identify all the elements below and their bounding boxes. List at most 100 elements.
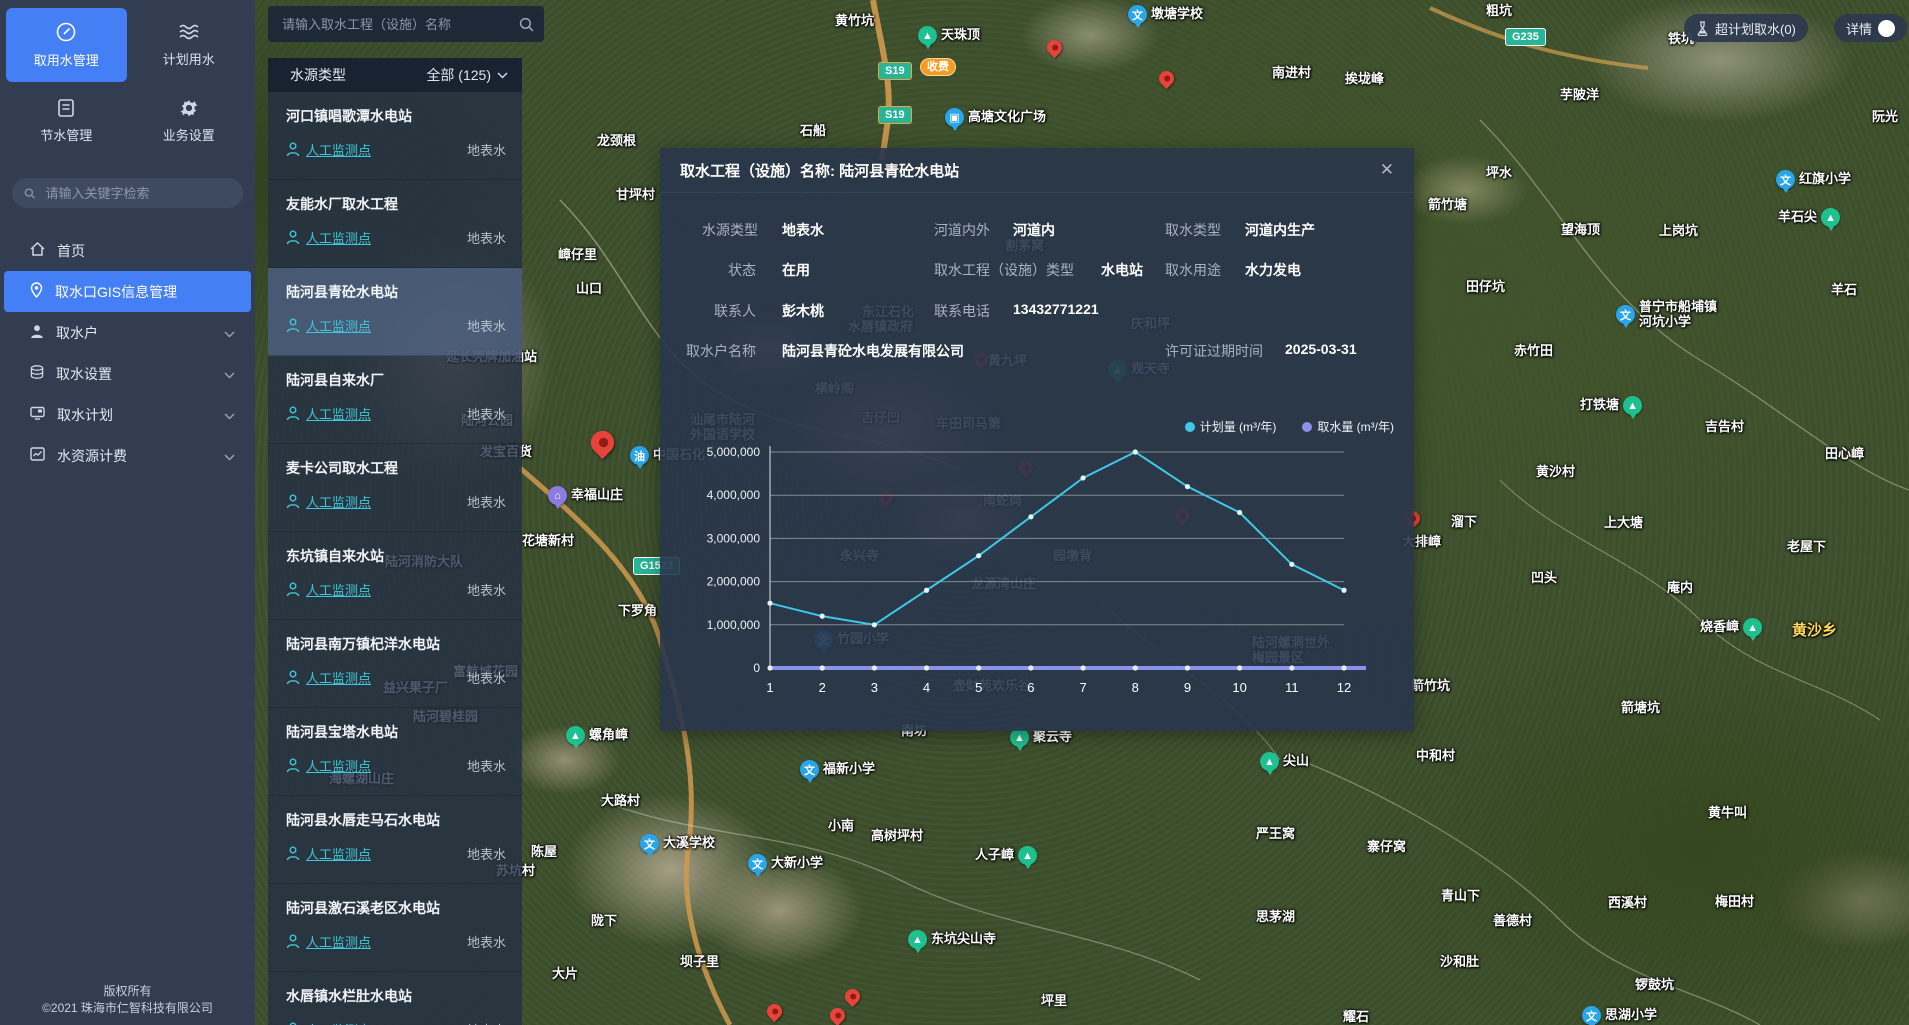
- svg-text:7: 7: [1079, 680, 1086, 695]
- app-button-label: 节水管理: [40, 125, 92, 144]
- sidebar-item-2[interactable]: 取水户: [4, 312, 251, 353]
- sidebar-item-5[interactable]: 水资源计费: [4, 435, 251, 476]
- over-plan-intake-button[interactable]: 超计划取水(0): [1684, 14, 1808, 42]
- manual-monitor-link[interactable]: 人工监测点: [306, 668, 371, 687]
- field-value: 水力发电: [1245, 260, 1301, 280]
- legend-label: 计划量 (m³/年): [1200, 418, 1277, 435]
- monitor-icon: [30, 406, 45, 423]
- detail-toggle[interactable]: 详情: [1834, 14, 1907, 42]
- station-name: 麦卡公司取水工程: [286, 458, 506, 478]
- station-list-item[interactable]: 陆河县南万镇杞洋水电站 人工监测点 地表水: [268, 620, 522, 708]
- chevron-down-icon: [224, 448, 235, 464]
- station-name: 陆河县激石溪老区水电站: [286, 898, 506, 918]
- water-source-type: 地表水: [467, 404, 506, 423]
- chevron-down-icon: [224, 325, 235, 341]
- app-button-0[interactable]: 取用水管理: [6, 8, 127, 82]
- filter-label: 水源类型: [290, 65, 346, 85]
- over-plan-intake-label: 超计划取水(0): [1715, 19, 1796, 38]
- svg-text:11: 11: [1285, 680, 1299, 695]
- station-list-item[interactable]: 河口镇唱歌潭水电站 人工监测点 地表水: [268, 92, 522, 180]
- station-list-item[interactable]: 麦卡公司取水工程 人工监测点 地表水: [268, 444, 522, 532]
- user-icon: [30, 324, 44, 342]
- station-list-item[interactable]: 陆河县青砼水电站 人工监测点 地表水: [268, 268, 522, 356]
- search-icon: [24, 187, 36, 200]
- legend-item[interactable]: 计划量 (m³/年): [1185, 418, 1277, 435]
- station-name: 水唇镇水栏肚水电站: [286, 986, 506, 1006]
- app-root: 黄竹坑▲天珠顶文墩塘学校粗坑南进村挨垅峰芋陂洋阮光铁坑G235S19收费S19▣…: [0, 0, 1909, 1025]
- copyright: 版权所有 ©2021 珠海市仁智科技有限公司: [0, 983, 255, 1017]
- manual-monitor-link[interactable]: 人工监测点: [306, 844, 371, 863]
- person-icon: [286, 846, 300, 861]
- station-list-item[interactable]: 陆河县水唇走马石水电站 人工监测点 地表水: [268, 796, 522, 884]
- legend-item[interactable]: 取水量 (m³/年): [1302, 418, 1394, 435]
- field-value: 陆河县青砼水电发展有限公司: [782, 341, 964, 361]
- red-marker-pin[interactable]: [827, 1005, 848, 1025]
- manual-monitor-link[interactable]: 人工监测点: [306, 316, 371, 335]
- person-icon: [286, 318, 300, 333]
- document-icon: [56, 98, 76, 118]
- chevron-down-icon: [224, 366, 235, 382]
- app-button-label: 计划用水: [163, 49, 215, 68]
- manual-monitor-link[interactable]: 人工监测点: [306, 140, 371, 159]
- station-list-item[interactable]: 东坑镇自来水站 人工监测点 地表水: [268, 532, 522, 620]
- manual-monitor-link[interactable]: 人工监测点: [306, 932, 371, 951]
- svg-text:3: 3: [871, 680, 878, 695]
- sidebar-item-0[interactable]: 首页: [4, 230, 251, 271]
- water-source-type: 地表水: [467, 1020, 506, 1025]
- sidebar-item-1[interactable]: 取水口GIS信息管理: [4, 271, 251, 312]
- manual-monitor-link[interactable]: 人工监测点: [306, 580, 371, 599]
- station-list-item[interactable]: 水唇镇水栏肚水电站 人工监测点 地表水: [268, 972, 522, 1025]
- app-button-3[interactable]: 业务设置: [129, 84, 250, 158]
- field-value: 水电站: [1101, 260, 1143, 280]
- manual-monitor-link[interactable]: 人工监测点: [306, 492, 371, 511]
- app-button-2[interactable]: 节水管理: [6, 84, 127, 158]
- red-marker-pin[interactable]: [764, 1001, 785, 1022]
- field-label: 联系电话: [934, 301, 990, 321]
- app-button-1[interactable]: 计划用水: [129, 8, 250, 82]
- gauge-icon: [55, 21, 77, 43]
- sidebar-item-label: 取水设置: [56, 364, 112, 384]
- svg-text:0: 0: [753, 661, 760, 675]
- station-search-input[interactable]: [280, 16, 519, 33]
- station-name: 河口镇唱歌潭水电站: [286, 106, 506, 126]
- sidebar-item-label: 取水户: [56, 323, 98, 343]
- red-marker-pin[interactable]: [586, 426, 619, 459]
- station-list-item[interactable]: 友能水厂取水工程 人工监测点 地表水: [268, 180, 522, 268]
- water-source-type: 地表水: [467, 756, 506, 775]
- manual-monitor-link[interactable]: 人工监测点: [306, 404, 371, 423]
- person-icon: [286, 582, 300, 597]
- toggle-knob[interactable]: [1878, 20, 1895, 37]
- station-list-item[interactable]: 陆河县自来水厂 人工监测点 地表水: [268, 356, 522, 444]
- water-source-type: 地表水: [467, 844, 506, 863]
- red-marker-pin[interactable]: [1044, 37, 1065, 58]
- search-icon[interactable]: [519, 17, 534, 32]
- station-search[interactable]: [268, 6, 544, 42]
- person-icon: [286, 670, 300, 685]
- billing-icon: [30, 447, 45, 464]
- person-icon: [286, 406, 300, 421]
- intake-line-chart: 01,000,0002,000,0003,000,0004,000,0005,0…: [660, 436, 1414, 726]
- svg-text:6: 6: [1027, 680, 1034, 695]
- red-marker-pin[interactable]: [842, 986, 863, 1007]
- sidebar-search[interactable]: [12, 178, 243, 208]
- sidebar-item-4[interactable]: 取水计划: [4, 394, 251, 435]
- close-icon[interactable]: ✕: [1380, 160, 1394, 180]
- red-marker-pin[interactable]: [1156, 68, 1177, 89]
- svg-text:12: 12: [1337, 680, 1351, 695]
- station-name: 友能水厂取水工程: [286, 194, 506, 214]
- app-button-label: 取用水管理: [34, 50, 99, 69]
- source-type-filter[interactable]: 水源类型 全部 (125): [268, 58, 522, 92]
- manual-monitor-link[interactable]: 人工监测点: [306, 756, 371, 775]
- database-icon: [30, 365, 44, 383]
- field-label: 取水用途: [1165, 260, 1221, 280]
- manual-monitor-link[interactable]: 人工监测点: [306, 228, 371, 247]
- station-list-item[interactable]: 陆河县宝塔水电站 人工监测点 地表水: [268, 708, 522, 796]
- field-value: 河道内: [1013, 220, 1055, 240]
- sidebar-item-3[interactable]: 取水设置: [4, 353, 251, 394]
- manual-monitor-link[interactable]: 人工监测点: [306, 1020, 371, 1025]
- sidebar: 取用水管理 计划用水节水管理 业务设置 首页取水口GIS信息管理取水户取水设置取水计…: [0, 0, 255, 1025]
- field-label: 水源类型: [702, 220, 758, 240]
- station-list-item[interactable]: 陆河县激石溪老区水电站 人工监测点 地表水: [268, 884, 522, 972]
- sidebar-search-input[interactable]: [44, 185, 231, 202]
- field-value: 地表水: [782, 220, 824, 240]
